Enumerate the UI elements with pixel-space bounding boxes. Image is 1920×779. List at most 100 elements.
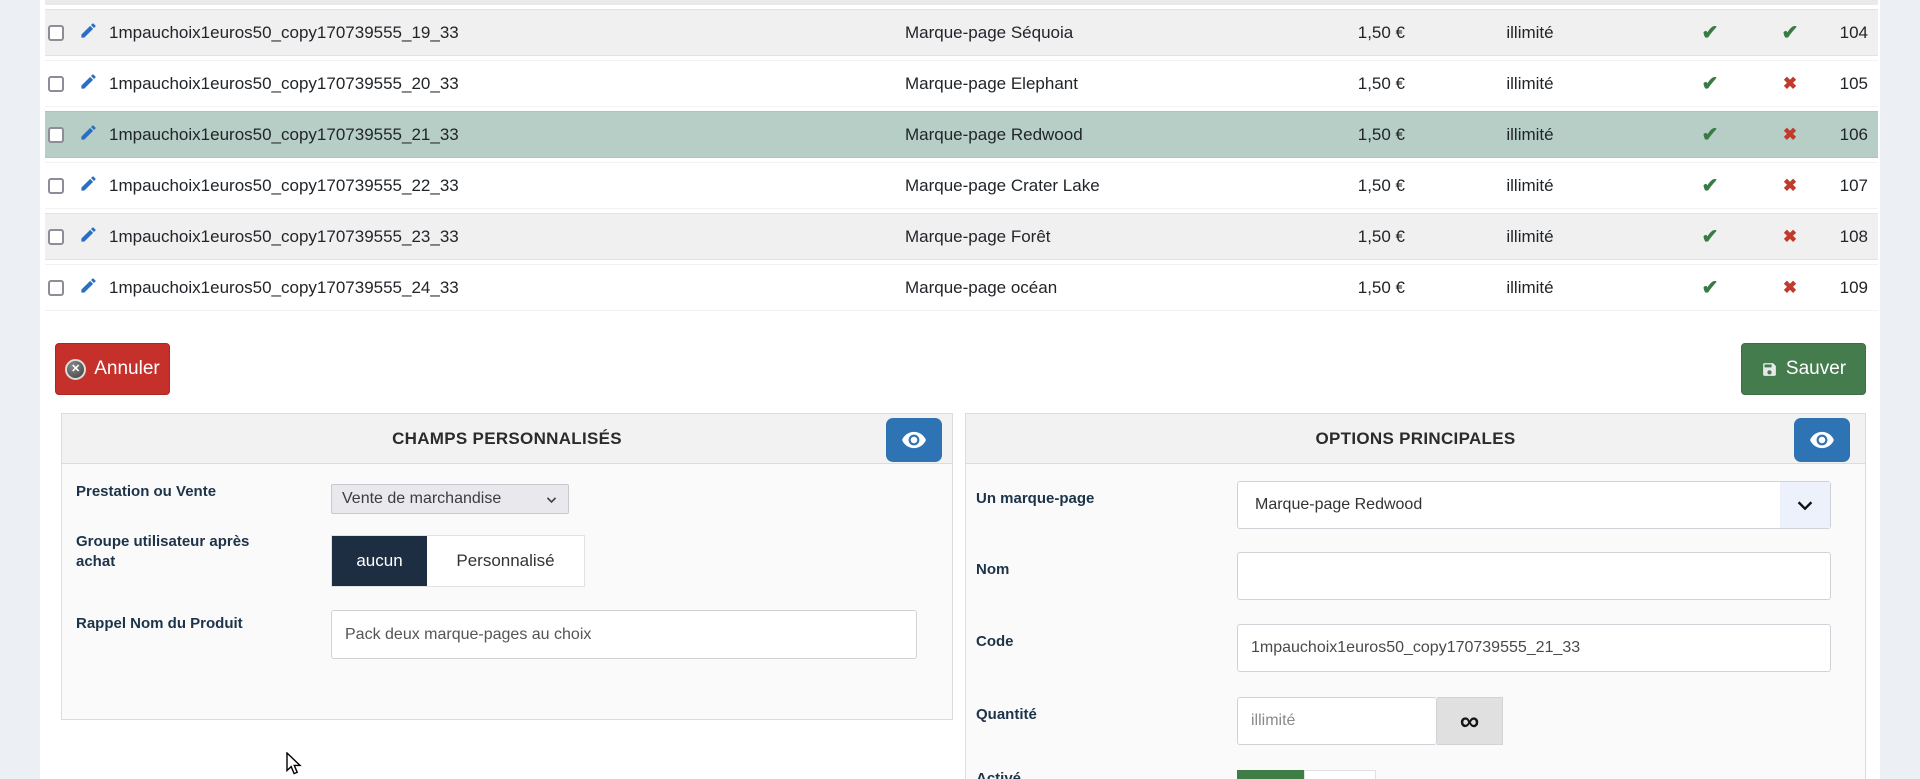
row-checkbox[interactable] [48, 126, 64, 143]
check-icon: ✔ [1701, 22, 1719, 44]
flag-1-cell: ✔ [1655, 20, 1765, 45]
table-row[interactable]: 1mpauchoix1euros50_copy170739555_24_33 M… [45, 264, 1878, 311]
save-floppy-icon [1761, 361, 1778, 378]
product-id: 107 [1839, 175, 1868, 195]
cross-icon: ✖ [1782, 175, 1798, 195]
check-icon: ✔ [1701, 73, 1719, 95]
flag-2-cell: ✖ [1765, 125, 1815, 145]
prestation-select[interactable]: Vente de marchandise [331, 484, 569, 514]
product-quantity: illimité [1506, 226, 1554, 246]
check-icon: ✔ [1701, 226, 1719, 248]
chevron-down-icon [1780, 482, 1830, 528]
cross-icon: ✖ [1782, 226, 1798, 246]
marque-page-label: Un marque-page [976, 490, 1095, 507]
check-icon: ✔ [1781, 22, 1799, 44]
product-price: 1,50 € [1357, 124, 1405, 144]
custom-fields-header: CHAMPS PERSONNALISÉS [62, 414, 952, 464]
active-label: Activé [976, 770, 1022, 779]
product-name: Marque-page Forêt [905, 226, 1051, 246]
product-quantity: illimité [1506, 22, 1554, 42]
products-table: 1mpauchoix1euros50_copy170739555_19_33 M… [45, 5, 1878, 311]
quantite-label: Quantité [976, 706, 1037, 723]
product-name: Marque-page Elephant [905, 73, 1078, 93]
product-name: Marque-page Redwood [905, 124, 1083, 144]
product-code: 1mpauchoix1euros50_copy170739555_19_33 [109, 22, 459, 42]
table-row[interactable]: 1mpauchoix1euros50_copy170739555_20_33 M… [45, 60, 1878, 107]
product-code: 1mpauchoix1euros50_copy170739555_21_33 [109, 124, 459, 144]
product-name: Marque-page océan [905, 277, 1058, 297]
edit-pencil-icon[interactable] [79, 123, 98, 142]
check-icon: ✔ [1701, 175, 1719, 197]
product-name: Marque-page Séquoia [905, 22, 1074, 42]
marque-page-select-value: Marque-page Redwood [1255, 496, 1423, 513]
product-code: 1mpauchoix1euros50_copy170739555_24_33 [109, 277, 459, 297]
mouse-cursor [286, 752, 302, 775]
edit-pencil-icon[interactable] [79, 225, 98, 244]
flag-1-cell: ✔ [1655, 122, 1765, 147]
table-row[interactable]: 1mpauchoix1euros50_copy170739555_23_33 M… [45, 213, 1878, 260]
cross-icon: ✖ [1782, 73, 1798, 93]
marque-page-select[interactable]: Marque-page Redwood [1237, 481, 1831, 529]
table-row[interactable]: 1mpauchoix1euros50_copy170739555_19_33 M… [45, 9, 1878, 56]
quantite-input[interactable] [1237, 697, 1437, 745]
product-price: 1,50 € [1357, 277, 1405, 297]
main-options-eye-button[interactable] [1794, 418, 1850, 462]
product-price: 1,50 € [1357, 22, 1405, 42]
flag-2-cell: ✖ [1765, 278, 1815, 298]
groupe-label: Groupe utilisateur après achat [76, 533, 250, 570]
row-checkbox[interactable] [48, 75, 64, 92]
main-options-title: OPTIONS PRINCIPALES [1315, 428, 1516, 448]
flag-2-cell: ✖ [1765, 227, 1815, 247]
row-checkbox[interactable] [48, 279, 64, 296]
product-id: 104 [1839, 22, 1868, 42]
rappel-input[interactable] [331, 610, 917, 659]
groupe-option-aucun[interactable]: aucun [332, 536, 427, 586]
eye-icon [1810, 431, 1834, 449]
edit-pencil-icon[interactable] [79, 174, 98, 193]
product-price: 1,50 € [1357, 175, 1405, 195]
cancel-button-label: Annuler [94, 358, 160, 379]
page-left-margin [0, 0, 40, 779]
table-row[interactable]: 1mpauchoix1euros50_copy170739555_22_33 M… [45, 162, 1878, 209]
code-label: Code [976, 633, 1014, 650]
rappel-label: Rappel Nom du Produit [76, 615, 243, 632]
groupe-toggle: aucun Personnalisé [331, 535, 585, 587]
custom-fields-eye-button[interactable] [886, 418, 942, 462]
product-code: 1mpauchoix1euros50_copy170739555_20_33 [109, 73, 459, 93]
row-checkbox[interactable] [48, 177, 64, 194]
custom-fields-title: CHAMPS PERSONNALISÉS [392, 428, 622, 448]
eye-icon [902, 431, 926, 449]
main-options-panel: OPTIONS PRINCIPALES Un marque-page Marqu… [965, 413, 1866, 779]
row-checkbox[interactable] [48, 228, 64, 245]
edit-pencil-icon[interactable] [79, 21, 98, 40]
prestation-select-value: Vente de marchandise [342, 490, 502, 507]
cancel-circle-icon: ✕ [65, 358, 87, 380]
cancel-button[interactable]: ✕ Annuler [55, 343, 170, 395]
cross-icon: ✖ [1782, 124, 1798, 144]
code-input[interactable] [1237, 624, 1831, 672]
active-toggle-off-segment[interactable] [1304, 770, 1376, 779]
product-code: 1mpauchoix1euros50_copy170739555_22_33 [109, 175, 459, 195]
flag-2-cell: ✖ [1765, 74, 1815, 94]
table-row[interactable]: 1mpauchoix1euros50_copy170739555_21_33 M… [45, 111, 1878, 158]
row-checkbox[interactable] [48, 24, 64, 41]
groupe-option-personnalise[interactable]: Personnalisé [427, 536, 584, 586]
infinity-button[interactable]: ∞ [1437, 697, 1503, 745]
save-button[interactable]: Sauver [1741, 343, 1866, 395]
nom-input[interactable] [1237, 552, 1831, 600]
check-icon: ✔ [1701, 277, 1719, 299]
cross-icon: ✖ [1782, 277, 1798, 297]
active-toggle-on-segment[interactable] [1237, 770, 1304, 779]
product-price: 1,50 € [1357, 226, 1405, 246]
product-id: 106 [1839, 124, 1868, 144]
product-quantity: illimité [1506, 73, 1554, 93]
edit-pencil-icon[interactable] [79, 276, 98, 295]
flag-1-cell: ✔ [1655, 275, 1765, 300]
prestation-label: Prestation ou Vente [76, 483, 217, 500]
page-right-margin [1880, 0, 1920, 779]
custom-fields-panel: CHAMPS PERSONNALISÉS Prestation ou Vente… [61, 413, 953, 720]
edit-pencil-icon[interactable] [79, 72, 98, 91]
product-id: 105 [1839, 73, 1868, 93]
flag-2-cell: ✔ [1765, 20, 1815, 45]
flag-1-cell: ✔ [1655, 71, 1765, 96]
